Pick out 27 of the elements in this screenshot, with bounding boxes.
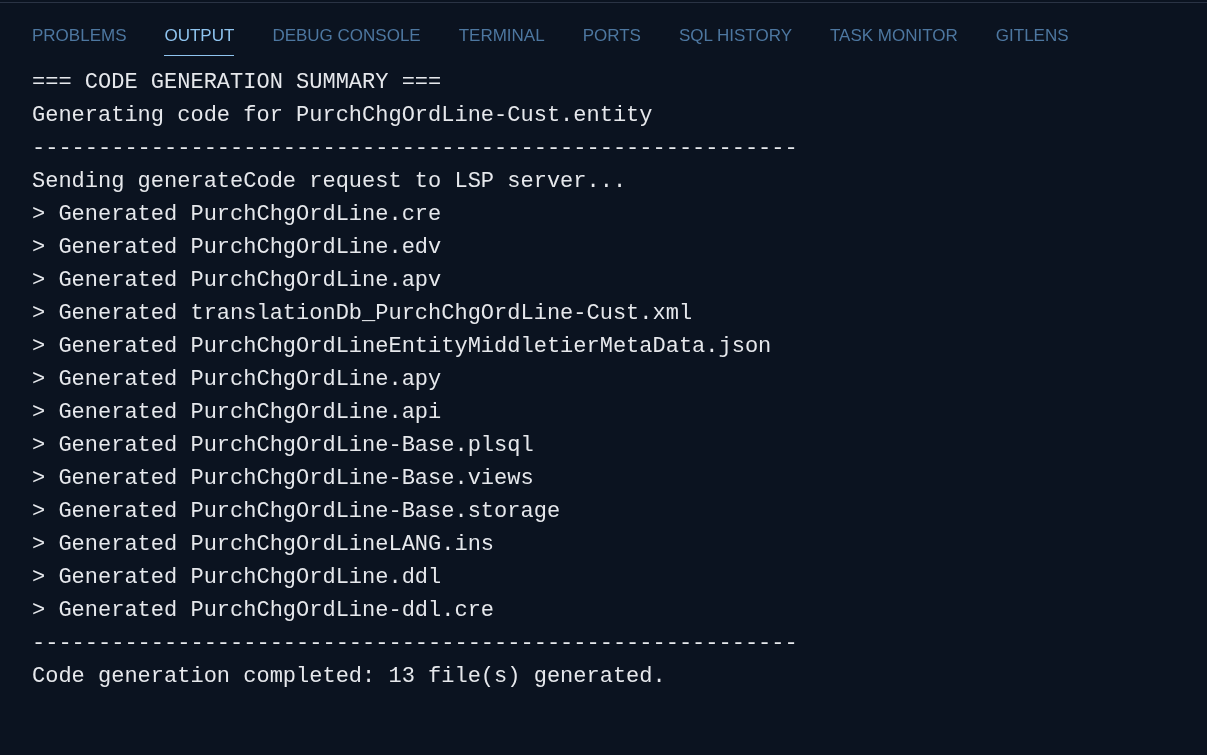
output-line: > Generated PurchChgOrdLine-Base.views (32, 464, 535, 493)
panel-tab[interactable]: DEBUG CONSOLE (272, 21, 421, 56)
output-line: > Generated PurchChgOrdLine.apv (32, 266, 443, 295)
output-line: Code generation completed: 13 file(s) generated. (32, 662, 667, 691)
output-line: > Generated PurchChgOrdLine.edv (32, 233, 443, 262)
output-line: > Generated PurchChgOrdLineLANG.ins (32, 530, 496, 559)
output-line: > Generated translationDb_PurchChgOrdLine-Cust.xml (32, 299, 694, 328)
output-line: > Generated PurchChgOrdLine-Base.storage (32, 497, 562, 526)
output-line: ---------------------------------------------------------- (32, 629, 799, 658)
panel-tab[interactable]: PROBLEMS (32, 21, 127, 56)
output-line: > Generated PurchChgOrdLine.api (32, 398, 443, 427)
output-line: ---------------------------------------------------------- (32, 134, 799, 163)
output-line: > Generated PurchChgOrdLine.apy (32, 365, 443, 394)
output-line: > Generated PurchChgOrdLineEntityMiddletierMetaData.json (32, 332, 773, 361)
output-line: Sending generateCode request to LSP server... (32, 167, 628, 196)
panel-tab[interactable]: PORTS (582, 21, 641, 56)
output-line: Generating code for PurchChgOrdLine-Cust.entity (32, 101, 654, 130)
output-line: > Generated PurchChgOrdLine-ddl.cre (32, 596, 496, 625)
panel-tab[interactable]: TASK MONITOR (830, 21, 958, 56)
output-line: > Generated PurchChgOrdLine-Base.plsql (32, 431, 535, 460)
panel-tab[interactable]: OUTPUT (164, 21, 235, 56)
panel-tab[interactable]: SQL HISTORY (678, 21, 792, 56)
output-line: > Generated PurchChgOrdLine.cre (32, 200, 443, 229)
output-line: === CODE GENERATION SUMMARY === (32, 68, 443, 97)
panel-tab[interactable]: GITLENS (995, 21, 1069, 56)
panel-tab[interactable]: TERMINAL (458, 21, 545, 56)
output-line: > Generated PurchChgOrdLine.ddl (32, 563, 443, 592)
